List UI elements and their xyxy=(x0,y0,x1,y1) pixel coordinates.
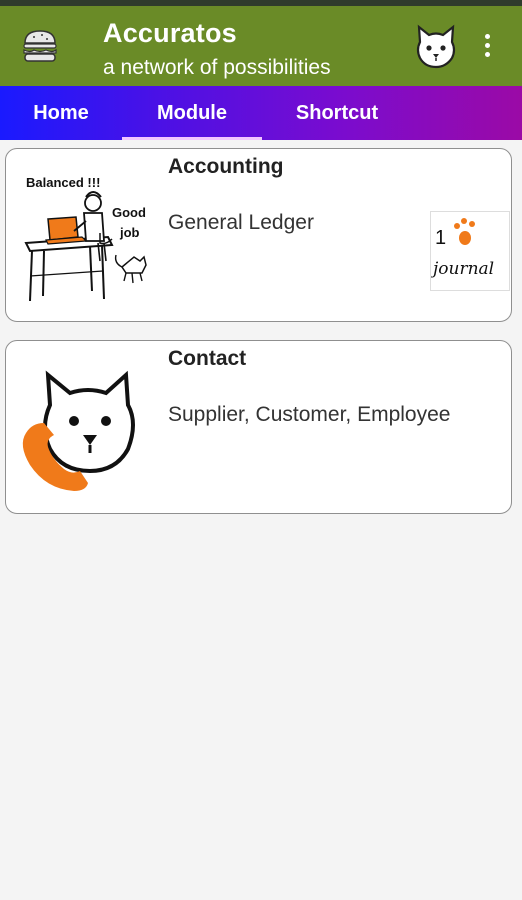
illustration-text-job: job xyxy=(119,225,140,240)
more-options-icon[interactable] xyxy=(476,30,498,64)
app-bar: Accuratos a network of possibilities xyxy=(0,6,522,86)
tab-bar: Home Module Shortcut xyxy=(0,86,522,140)
module-title-contact: Contact xyxy=(168,347,247,370)
menu-burger-icon[interactable] xyxy=(20,26,60,66)
app-subtitle: a network of possibilities xyxy=(103,56,331,79)
illustration-text-balanced: Balanced !!! xyxy=(26,175,100,190)
module-description-contact: Supplier, Customer, Employee xyxy=(168,403,451,426)
tab-module[interactable]: Module xyxy=(122,86,262,140)
illustration-text-good: Good xyxy=(112,205,146,220)
journal-badge-number: 1 xyxy=(435,227,446,249)
app-title: Accuratos xyxy=(103,18,237,48)
module-card-accounting[interactable]: Balanced !!! Good job Accounting General… xyxy=(5,148,512,322)
contact-cat-phone-icon xyxy=(16,353,160,499)
accounting-illustration: Balanced !!! Good job xyxy=(16,161,160,307)
module-card-contact[interactable]: Contact Supplier, Customer, Employee xyxy=(5,340,512,514)
tab-shortcut[interactable]: Shortcut xyxy=(262,86,412,140)
module-description-accounting: General Ledger xyxy=(168,211,314,234)
module-title-accounting: Accounting xyxy=(168,155,284,178)
tab-home[interactable]: Home xyxy=(0,86,122,140)
profile-cat-face-icon[interactable] xyxy=(414,24,458,70)
journal-badge-label: journal xyxy=(431,259,494,279)
journal-paw-icon[interactable]: 1 journal xyxy=(429,211,510,291)
selected-tab-indicator xyxy=(122,137,262,140)
